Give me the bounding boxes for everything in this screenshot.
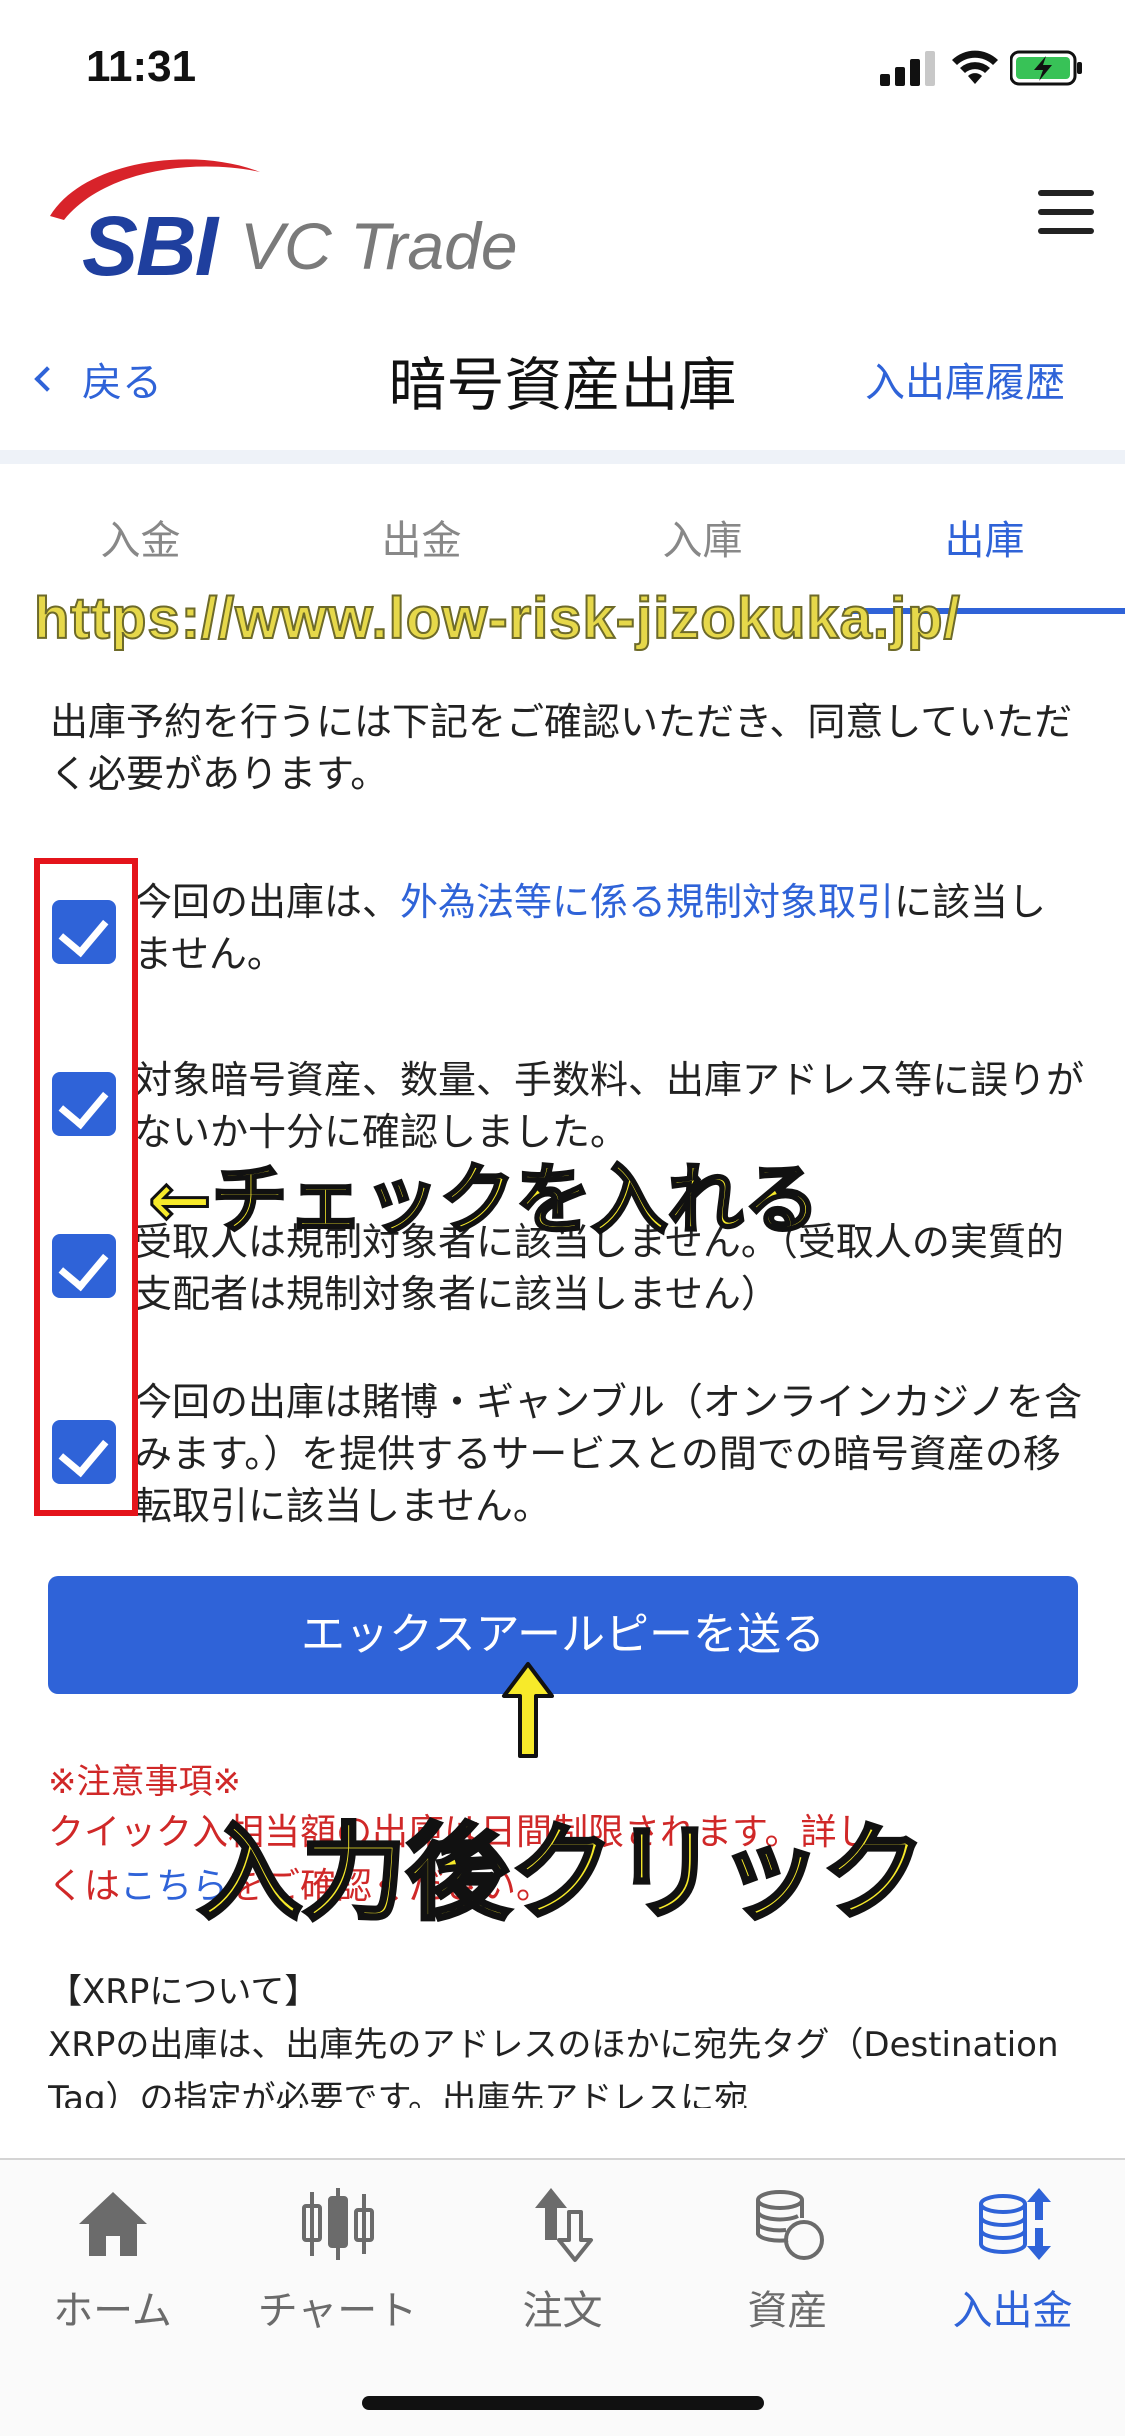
tab-withdraw[interactable]: 出金 bbox=[281, 508, 562, 566]
history-link[interactable]: 入出庫履歴 bbox=[865, 350, 1065, 408]
back-label: 戻る bbox=[82, 360, 162, 406]
tab-deposit[interactable]: 入金 bbox=[0, 508, 281, 566]
tabbar-item-order[interactable]: 注文 bbox=[450, 2184, 675, 2354]
wifi-icon bbox=[952, 50, 998, 84]
agreement-text-1: 今回の出庫は、外為法等に係る規制対象取引に該当しません。 bbox=[134, 876, 1084, 980]
regulation-link[interactable]: 外為法等に係る規制対象取引 bbox=[400, 880, 894, 924]
annotation-click-text: 入力後クリック bbox=[196, 1810, 928, 1936]
cellular-signal-icon bbox=[880, 51, 935, 86]
xrp-info-text: XRPの出庫は、出庫先のアドレスのほかに宛先タグ（Destination Tag… bbox=[48, 2025, 1059, 2108]
annotation-red-frame bbox=[34, 858, 138, 1516]
send-xrp-button[interactable]: エックスアールピーを送る bbox=[48, 1576, 1078, 1694]
agreement-text-part: 今回の出庫は、 bbox=[134, 880, 401, 924]
section-divider bbox=[0, 450, 1125, 464]
deposit-withdraw-icon bbox=[978, 2188, 1051, 2260]
agreement-text-4: 今回の出庫は賭博・ギャンブル（オンラインカジノを含みます。）を提供するサービスと… bbox=[134, 1380, 1083, 1528]
logo-text-vc-trade: VC Trade bbox=[240, 209, 518, 283]
tabbar-item-deposit-withdraw[interactable]: 入出金 bbox=[900, 2184, 1125, 2354]
order-arrows-icon bbox=[534, 2188, 593, 2262]
back-button[interactable]: 戻る bbox=[34, 350, 162, 408]
status-bar: 11:31 bbox=[0, 0, 1125, 140]
tabbar-item-chart[interactable]: チャート bbox=[225, 2184, 450, 2354]
hamburger-menu-icon[interactable] bbox=[1038, 190, 1094, 234]
tabbar-label: 資産 bbox=[747, 2288, 828, 2334]
xrp-info-title: 【XRPについて】 bbox=[48, 1972, 319, 2012]
tabbar-item-assets[interactable]: 資産 bbox=[675, 2184, 900, 2354]
annotation-arrow-up-icon bbox=[502, 1662, 554, 1758]
watermark-url: https://www.low-risk-jizokuka.jp/ bbox=[33, 585, 961, 652]
tabbar-label: 注文 bbox=[522, 2288, 603, 2334]
intro-text: 出庫予約を行うには下記をご確認いただき、同意していただく必要があります。 bbox=[50, 700, 1073, 796]
candlestick-chart-icon bbox=[301, 2188, 374, 2260]
app-header: SBI VC Trade bbox=[0, 140, 1125, 310]
home-indicator bbox=[362, 2396, 764, 2410]
battery-charging-icon bbox=[1010, 50, 1082, 86]
chevron-left-icon bbox=[34, 366, 60, 392]
coins-icon bbox=[755, 2190, 824, 2260]
tabbar-label: 入出金 bbox=[952, 2288, 1073, 2334]
bottom-tab-bar: ホーム チャート 注文 資産 入出金 bbox=[0, 2158, 1125, 2436]
tab-receive[interactable]: 入庫 bbox=[562, 508, 843, 566]
tabbar-label: チャート bbox=[257, 2288, 418, 2334]
tabbar-item-home[interactable]: ホーム bbox=[0, 2184, 225, 2354]
notice-text-part: くは bbox=[48, 1866, 121, 1907]
logo-text-sbi: SBI bbox=[82, 199, 218, 293]
tab-send[interactable]: 出庫 bbox=[844, 508, 1125, 566]
nav-bar: 暗号資産出庫 戻る 入出庫履歴 bbox=[0, 310, 1125, 450]
tabbar-label: ホーム bbox=[53, 2288, 172, 2334]
annotation-check-text: ←チェックを入れる bbox=[147, 1154, 822, 1246]
home-icon bbox=[78, 2192, 147, 2256]
sbi-vc-trade-logo: SBI VC Trade bbox=[44, 150, 564, 293]
status-time: 11:31 bbox=[86, 42, 197, 91]
